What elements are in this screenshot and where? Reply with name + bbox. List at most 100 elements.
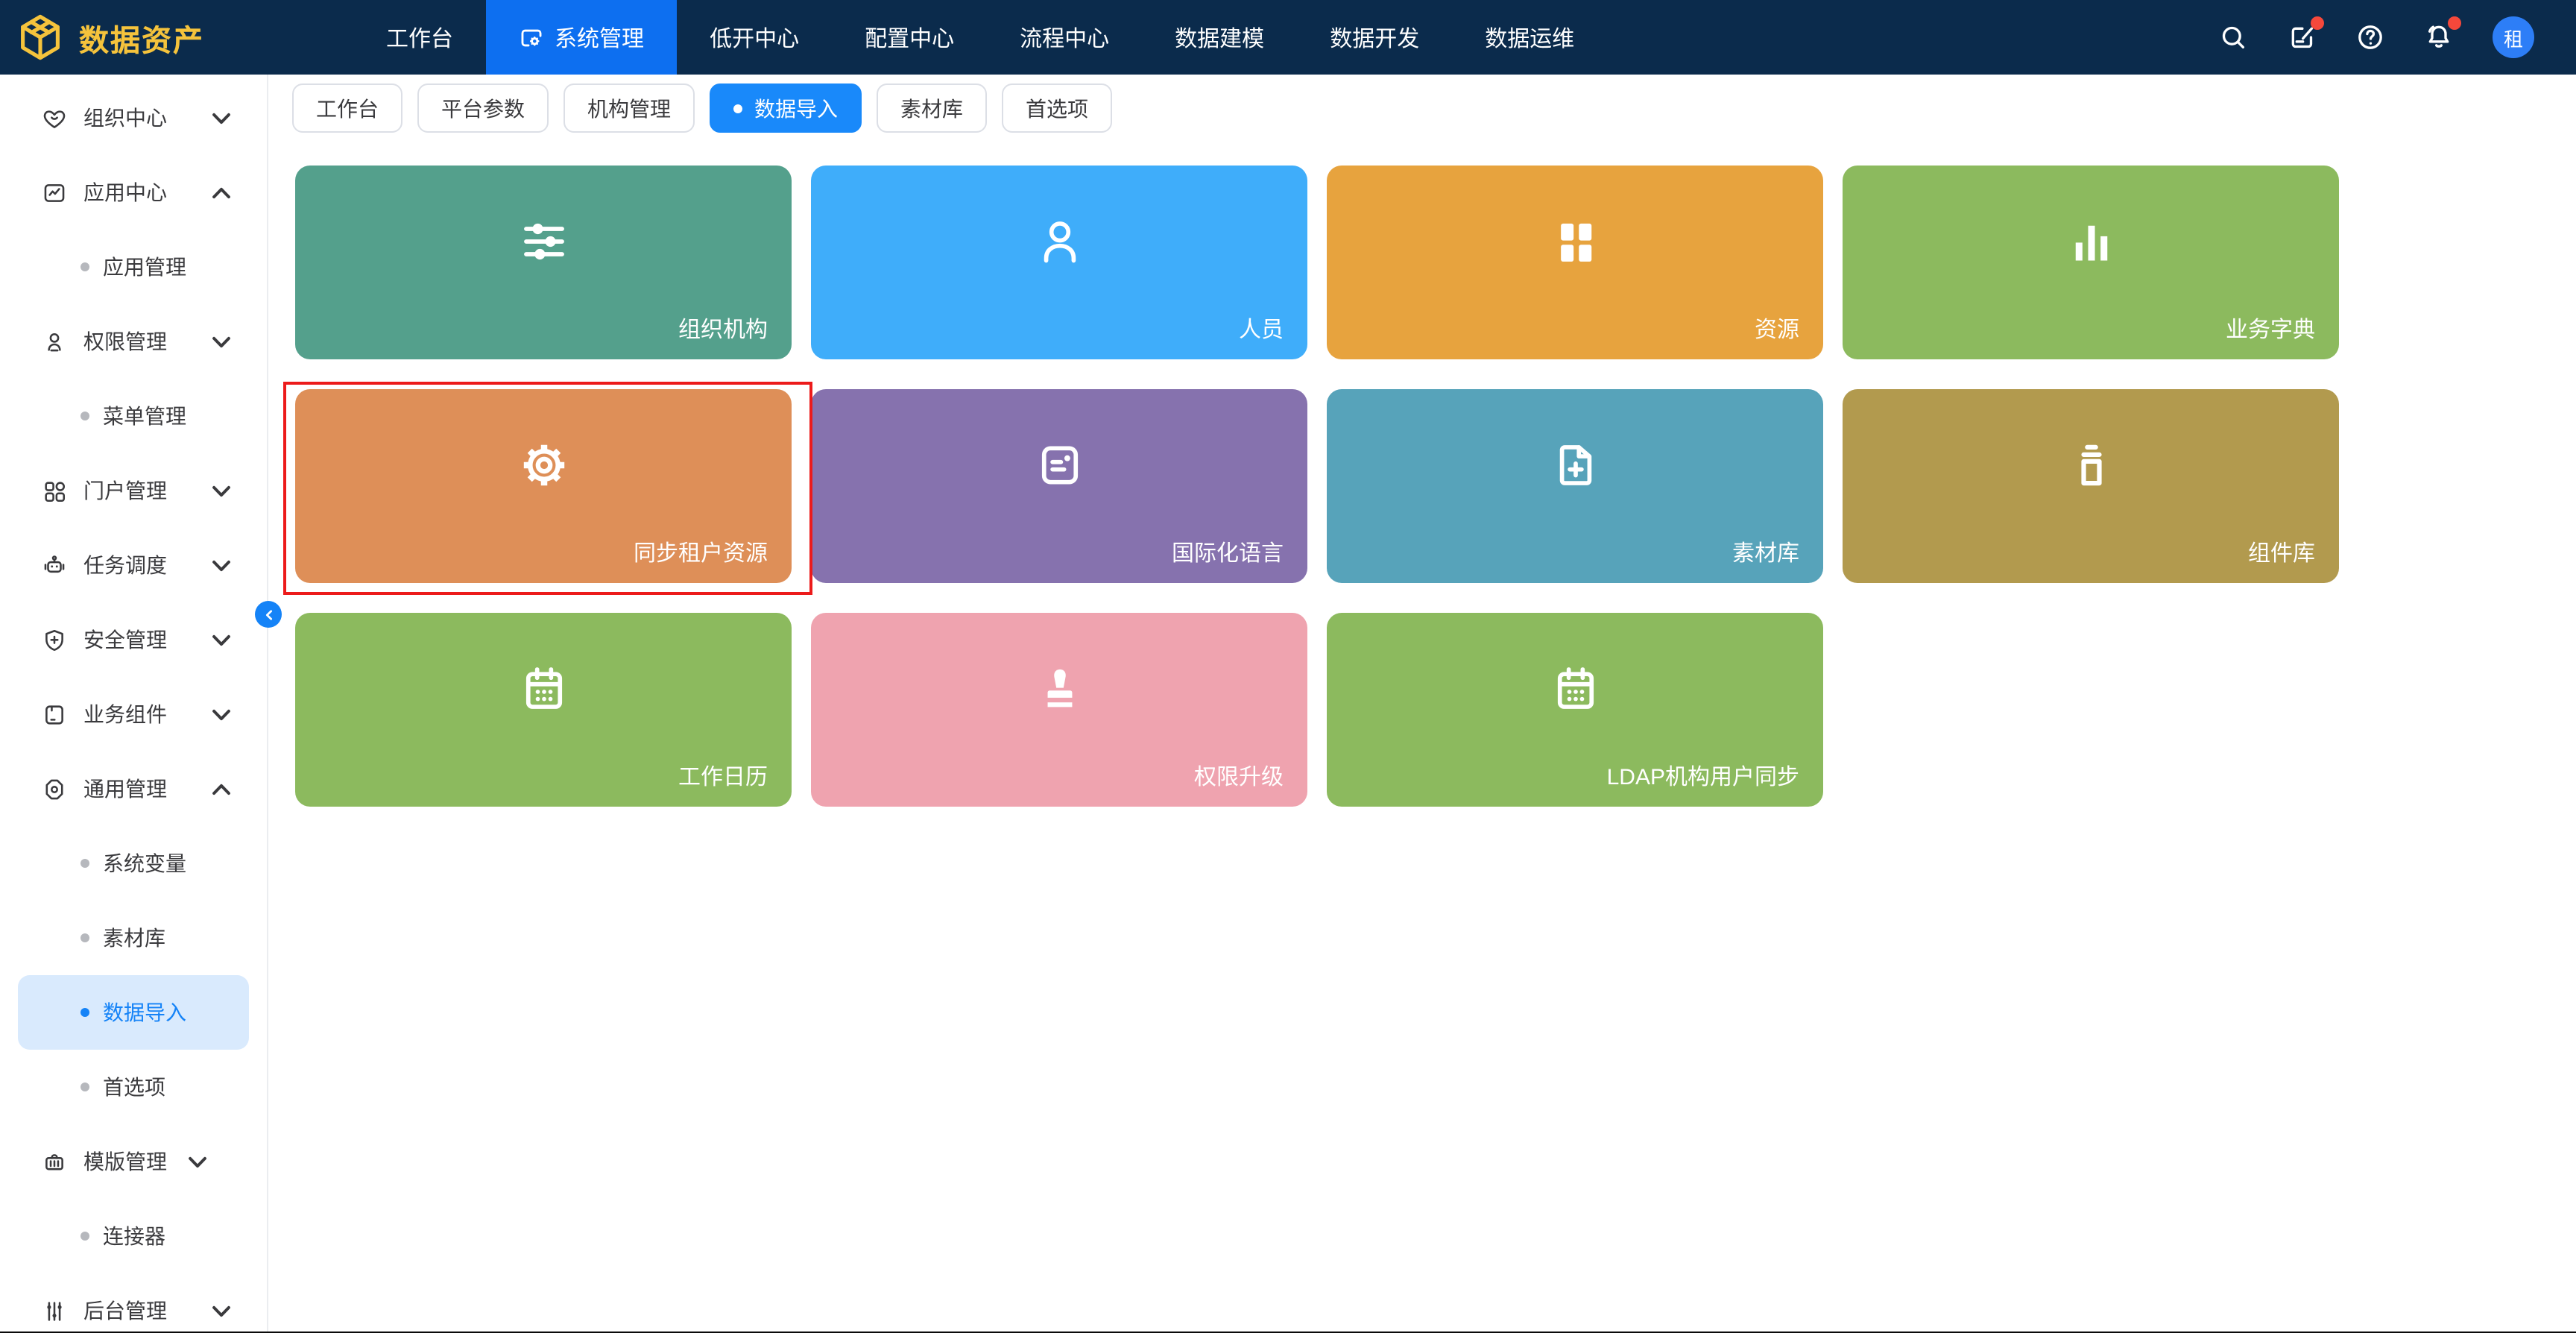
bell-icon[interactable]	[2424, 22, 2454, 52]
nav-item-0[interactable]: 工作台	[353, 0, 486, 75]
fileplus-icon	[1550, 440, 1600, 491]
card-label: 权限升级	[1194, 760, 1284, 792]
sidebar-item-3[interactable]: 权限管理	[18, 304, 249, 379]
tab-5[interactable]: 首选项	[1002, 83, 1112, 133]
nav-item-2[interactable]: 低开中心	[677, 0, 832, 75]
tab-label: 平台参数	[441, 93, 525, 123]
nav-item-7[interactable]: 数据运维	[1452, 0, 1607, 75]
search-icon[interactable]	[2218, 22, 2248, 52]
sidebar-item-label: 应用中心	[83, 177, 167, 207]
chevron-down-icon	[209, 1298, 234, 1323]
card-7[interactable]: 组件库	[1843, 389, 2339, 583]
template-icon	[42, 1149, 67, 1174]
tab-label: 工作台	[316, 93, 379, 123]
sidebar-item-15[interactable]: 连接器	[18, 1199, 249, 1273]
main-content: 工作台平台参数机构管理数据导入素材库首选项 组织机构人员资源业务字典同步租户资源…	[268, 75, 2576, 1333]
bullet-dot	[80, 859, 89, 868]
portal-icon	[42, 478, 67, 503]
bullet-dot	[80, 1008, 89, 1017]
sidebar-item-7[interactable]: 安全管理	[18, 602, 249, 677]
sidebar-item-6[interactable]: 任务调度	[18, 528, 249, 602]
tab-1[interactable]: 平台参数	[417, 83, 549, 133]
card-label: 国际化语言	[1172, 537, 1284, 568]
sidebar-item-label: 任务调度	[83, 550, 167, 580]
card-2[interactable]: 资源	[1327, 166, 1823, 359]
shield-icon	[42, 627, 67, 652]
memo-icon[interactable]	[2287, 22, 2317, 52]
sidebar-item-2[interactable]: 应用管理	[18, 230, 249, 304]
tab-label: 数据导入	[754, 93, 838, 123]
sidebar-item-label: 应用管理	[103, 252, 186, 282]
bars-icon	[2065, 216, 2116, 267]
sidebar-item-4[interactable]: 菜单管理	[18, 379, 249, 453]
sidebar-item-0[interactable]: 组织中心	[18, 81, 249, 155]
card-0[interactable]: 组织机构	[295, 166, 792, 359]
nav-item-6[interactable]: 数据开发	[1297, 0, 1452, 75]
card-label: 素材库	[1732, 537, 1799, 568]
sidebar-item-8[interactable]: 业务组件	[18, 677, 249, 751]
sidebar-item-16[interactable]: 后台管理	[18, 1273, 249, 1333]
chevron-down-icon	[185, 1149, 210, 1174]
tab-3[interactable]: 数据导入	[710, 83, 862, 133]
card-label: 人员	[1239, 313, 1284, 344]
tab-4[interactable]: 素材库	[877, 83, 987, 133]
bullet-dot	[80, 1232, 89, 1241]
tab-label: 首选项	[1026, 93, 1088, 123]
card-10[interactable]: LDAP机构用户同步	[1327, 613, 1823, 807]
sidebar-item-12[interactable]: 数据导入	[18, 975, 249, 1050]
nav-item-5[interactable]: 数据建模	[1142, 0, 1297, 75]
help-icon[interactable]	[2355, 22, 2385, 52]
card-8[interactable]: 工作日历	[295, 613, 792, 807]
nav-item-3[interactable]: 配置中心	[832, 0, 987, 75]
nav-item-4[interactable]: 流程中心	[987, 0, 1142, 75]
sidebar-item-label: 通用管理	[83, 774, 167, 804]
bullet-dot	[80, 412, 89, 420]
sidebar-item-1[interactable]: 应用中心	[18, 155, 249, 230]
calendar-icon	[518, 664, 569, 714]
bullet-dot	[80, 1083, 89, 1091]
card-6[interactable]: 素材库	[1327, 389, 1823, 583]
card-label: 业务字典	[2226, 313, 2315, 344]
card-1[interactable]: 人员	[811, 166, 1307, 359]
chevron-left-icon	[262, 608, 275, 621]
tab-0[interactable]: 工作台	[292, 83, 402, 133]
appchart-icon	[42, 180, 67, 205]
avatar[interactable]: 租	[2493, 16, 2534, 58]
tab-bar: 工作台 平台参数 机构管理 数据导入 素材库 首选项	[292, 83, 2576, 133]
sidebar-item-label: 系统变量	[103, 848, 186, 878]
component-icon	[42, 702, 67, 727]
user-icon	[1034, 216, 1085, 267]
sidebar-item-label: 连接器	[103, 1221, 165, 1251]
brand-title: 数据资产	[79, 16, 204, 59]
sidebar-item-label: 权限管理	[83, 327, 167, 356]
chevron-down-icon	[209, 627, 234, 652]
sidebar-item-label: 数据导入	[103, 998, 186, 1027]
sidebar-item-13[interactable]: 首选项	[18, 1050, 249, 1124]
blocks-icon	[1550, 216, 1600, 267]
sidebar-item-9[interactable]: 通用管理	[18, 751, 249, 826]
sidebar-item-5[interactable]: 门户管理	[18, 453, 249, 528]
nav-item-1[interactable]: 系统管理	[486, 0, 677, 75]
card-4[interactable]: 同步租户资源	[295, 389, 792, 583]
sidebar-item-10[interactable]: 系统变量	[18, 826, 249, 901]
sidebar-collapse-button[interactable]	[255, 601, 282, 628]
app-window: 数据资产 工作台系统管理低开中心配置中心流程中心数据建模数据开发数据运维 租 组…	[0, 0, 2576, 1333]
card-label: 资源	[1755, 313, 1799, 344]
sidebar-item-label: 业务组件	[83, 699, 167, 729]
slidersv-icon	[42, 1298, 67, 1323]
brand-cube-icon	[15, 12, 66, 63]
sidebar: 组织中心应用中心应用管理权限管理菜单管理门户管理任务调度安全管理业务组件通用管理…	[0, 75, 268, 1333]
card-9[interactable]: 权限升级	[811, 613, 1307, 807]
card-label: 同步租户资源	[634, 537, 768, 568]
card-5[interactable]: 国际化语言	[811, 389, 1307, 583]
tab-2[interactable]: 机构管理	[564, 83, 695, 133]
archive-icon	[2065, 440, 2116, 491]
card-3[interactable]: 业务字典	[1843, 166, 2339, 359]
nav-item-label: 低开中心	[710, 22, 799, 53]
slidersh-icon	[518, 216, 569, 267]
brand-logo[interactable]: 数据资产	[0, 12, 204, 63]
sidebar-item-11[interactable]: 素材库	[18, 901, 249, 975]
sidebar-item-label: 后台管理	[83, 1296, 167, 1326]
sidebar-item-label: 门户管理	[83, 476, 167, 505]
sidebar-item-14[interactable]: 模版管理	[18, 1124, 249, 1199]
